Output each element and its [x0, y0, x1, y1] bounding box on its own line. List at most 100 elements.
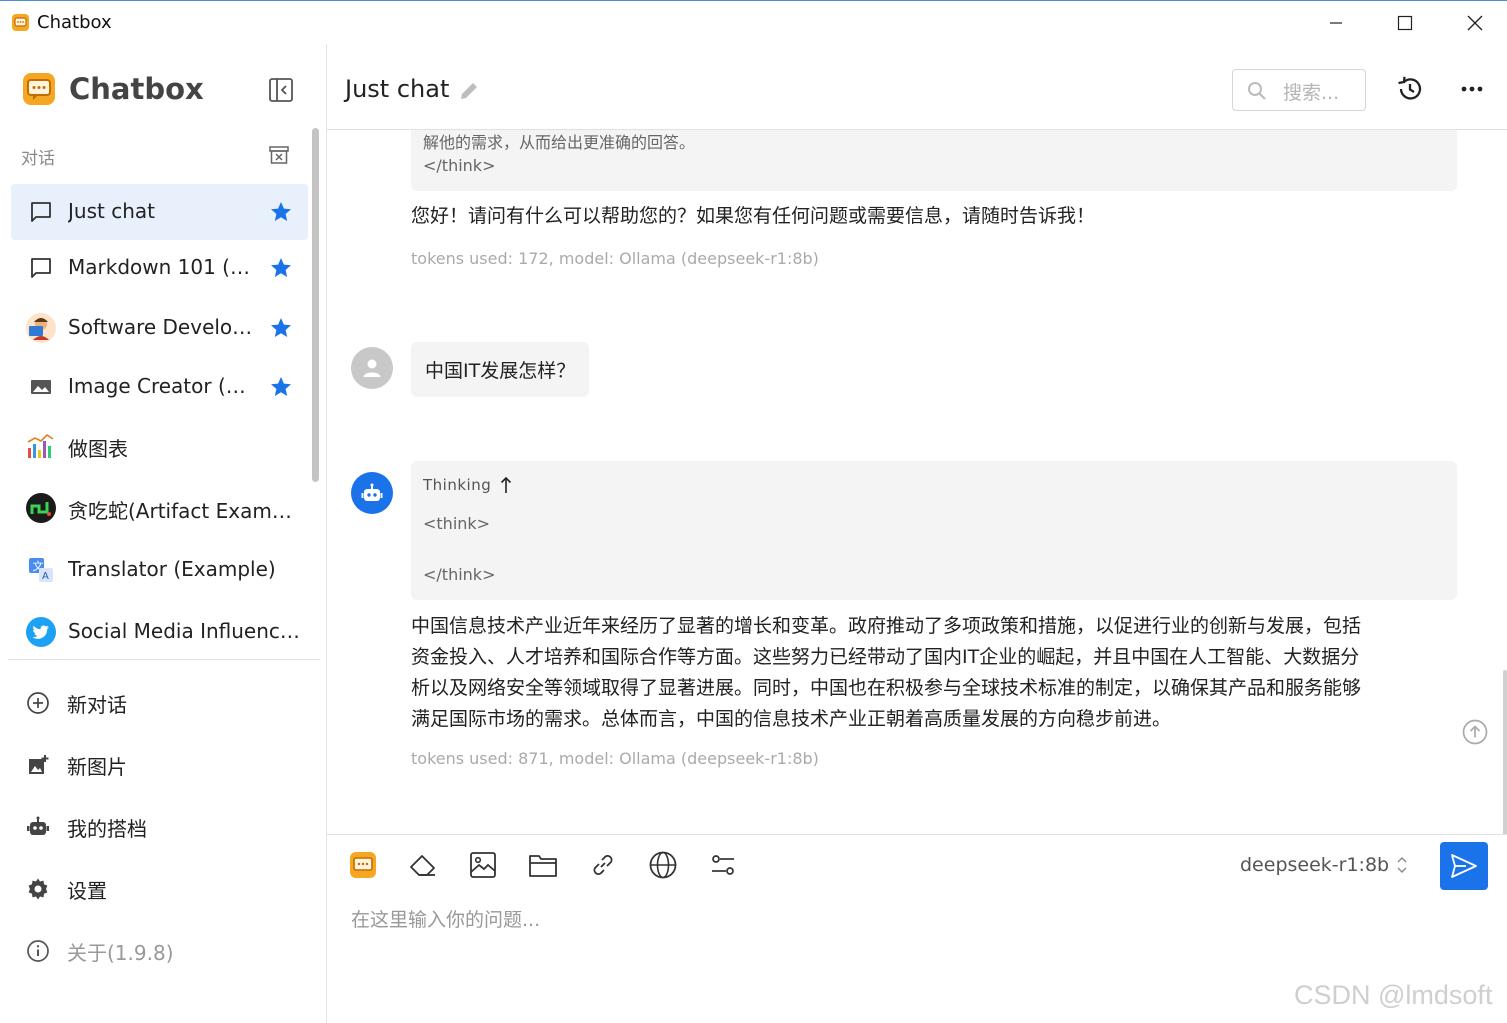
new-image-label: 新图片 — [67, 754, 127, 779]
model-name: deepseek-r1:8b — [1240, 854, 1390, 876]
message-list[interactable]: 解他的需求，从而给出更准确的回答。 </think> 您好！请问有什么可以帮助您… — [327, 130, 1507, 834]
about-label: 关于(1.9.8) — [67, 940, 174, 965]
folder-icon — [529, 855, 557, 877]
sidebar-scrollbar[interactable] — [312, 128, 319, 482]
send-button[interactable] — [1440, 842, 1488, 890]
conversation-label: Social Media Influence… — [68, 619, 300, 643]
new-chat-label: 新对话 — [67, 692, 127, 717]
collapse-thinking-button[interactable] — [499, 475, 513, 499]
new-chat-button[interactable]: 新对话 — [24, 687, 127, 719]
edit-title-button[interactable] — [458, 80, 480, 106]
info-icon — [24, 937, 52, 965]
chatbox-app-icon — [11, 13, 30, 32]
clear-context-button[interactable] — [407, 849, 439, 881]
settings-label: 设置 — [67, 878, 107, 903]
my-copilots-button[interactable]: 我的搭档 — [24, 811, 147, 843]
developer-avatar-icon — [25, 312, 57, 344]
sliders-icon — [712, 855, 734, 875]
conversation-item-translator[interactable]: 文A Translator (Example) — [11, 542, 308, 598]
chat-settings-button[interactable] — [707, 849, 739, 881]
conversation-label: 做图表 — [68, 437, 128, 461]
svg-text:A: A — [42, 571, 49, 582]
scroll-to-top-button[interactable] — [1461, 718, 1489, 750]
send-icon — [1451, 854, 1477, 878]
conversation-label: Translator (Example) — [68, 557, 276, 581]
maximize-button[interactable] — [1370, 1, 1440, 45]
star-icon[interactable] — [269, 256, 293, 284]
history-icon — [1398, 76, 1422, 100]
gear-icon — [24, 875, 52, 903]
user-message: 中国IT发展怎样？ — [411, 342, 590, 397]
thinking-toggle-label[interactable]: Thinking — [423, 476, 491, 494]
robot-icon — [24, 813, 52, 841]
assistant-avatar — [351, 472, 393, 514]
conversation-label: Image Creator (E… — [68, 374, 258, 398]
my-copilots-label: 我的搭档 — [67, 816, 147, 841]
reply-line: 析以及网络安全等领域取得了显著进展。同时，中国也在积极参与全球技术标准的制定，以… — [411, 677, 1362, 699]
chat-header: Just chat 搜索... — [327, 44, 1507, 130]
snake-game-avatar-icon — [25, 492, 57, 524]
person-icon — [363, 359, 381, 377]
star-icon[interactable] — [269, 375, 293, 403]
reply-line: 资金投入、人才培养和国际合作等方面。这些努力已经带动了国内IT企业的崛起，并且中… — [411, 646, 1360, 668]
think-block-previous: 解他的需求，从而给出更准确的回答。 </think> — [411, 130, 1457, 191]
star-icon[interactable] — [269, 316, 293, 344]
main-panel: Just chat 搜索... 解他的需求，从而给出更准确的回答。 </thin… — [327, 44, 1507, 1023]
conversation-item-software-developer[interactable]: Software Develop… — [11, 300, 308, 356]
more-horizontal-icon — [1461, 86, 1483, 92]
twitter-avatar-icon — [25, 616, 57, 648]
conversation-label: Just chat — [68, 199, 155, 223]
brand-logo — [22, 72, 56, 106]
close-window-button[interactable] — [1440, 1, 1507, 45]
minimize-button[interactable] — [1301, 1, 1371, 45]
image-icon — [25, 371, 57, 403]
conversation-item-just-chat[interactable]: Just chat — [11, 184, 308, 240]
conversation-item-make-chart[interactable]: 做图表 — [11, 418, 308, 474]
think-close-tag: </think> — [423, 565, 496, 584]
message-list-scrollbar[interactable] — [1503, 670, 1507, 834]
link-icon — [593, 855, 613, 875]
think-open-tag: <think> — [423, 514, 491, 533]
model-selector[interactable]: deepseek-r1:8b — [1240, 854, 1409, 876]
translate-avatar-icon: 文A — [25, 554, 57, 586]
think-close-tag: </think> — [423, 156, 496, 175]
star-icon[interactable] — [269, 200, 293, 228]
about-button[interactable]: 关于(1.9.8) — [24, 935, 174, 967]
chat-bubble-icon — [25, 196, 57, 228]
attach-file-button[interactable] — [527, 849, 559, 881]
copilot-button[interactable] — [347, 849, 379, 881]
conversation-item-image-creator[interactable]: Image Creator (E… — [11, 359, 308, 415]
think-text-line: 解他的需求，从而给出更准确的回答。 — [423, 133, 696, 152]
conversation-item-markdown-101[interactable]: Markdown 101 (E… — [11, 240, 308, 296]
search-input[interactable]: 搜索... — [1232, 69, 1366, 111]
search-placeholder: 搜索... — [1283, 82, 1340, 104]
message-meta: tokens used: 871, model: Ollama (deepsee… — [411, 749, 819, 768]
message-input[interactable]: 在这里输入你的问题... — [351, 905, 1451, 932]
more-options-button[interactable] — [1459, 76, 1485, 106]
watermark: CSDN @lmdsoft — [1294, 980, 1493, 1010]
image-icon — [470, 852, 496, 878]
collapse-sidebar-button[interactable] — [268, 77, 294, 107]
clear-conversations-button[interactable] — [268, 144, 290, 170]
think-block: <think> </think> — [411, 461, 1457, 600]
new-image-button[interactable]: 新图片 — [24, 749, 127, 781]
window-title: Chatbox — [37, 12, 112, 33]
search-icon — [1245, 79, 1269, 107]
conversation-item-snake-game[interactable]: 贪吃蛇(Artifact Example) — [11, 480, 308, 536]
user-avatar — [351, 347, 393, 389]
conversations-section-label: 对话 — [21, 149, 55, 169]
conversation-item-social-media[interactable]: Social Media Influence… — [11, 604, 308, 660]
assistant-reply-previous: 您好！请问有什么可以帮助您的？如果您有任何问题或需要信息，请随时告诉我！ — [411, 205, 1096, 227]
arrow-up-icon — [500, 476, 512, 493]
sidebar-collapse-icon — [269, 78, 293, 102]
robot-icon — [361, 483, 383, 501]
attach-image-button[interactable] — [467, 849, 499, 881]
chat-title: Just chat — [345, 75, 450, 103]
settings-button[interactable]: 设置 — [24, 873, 107, 905]
history-button[interactable] — [1395, 74, 1425, 108]
reply-line: 中国信息技术产业近年来经历了显著的增长和变革。政府推动了多项政策和措施，以促进行… — [411, 615, 1362, 637]
pencil-icon — [461, 83, 477, 99]
web-browsing-button[interactable] — [647, 849, 679, 881]
attach-link-button[interactable] — [587, 849, 619, 881]
reply-line: 满足国际市场的需求。总体而言，中国的信息技术产业正朝着高质量发展的方向稳步前进。 — [411, 708, 1172, 730]
